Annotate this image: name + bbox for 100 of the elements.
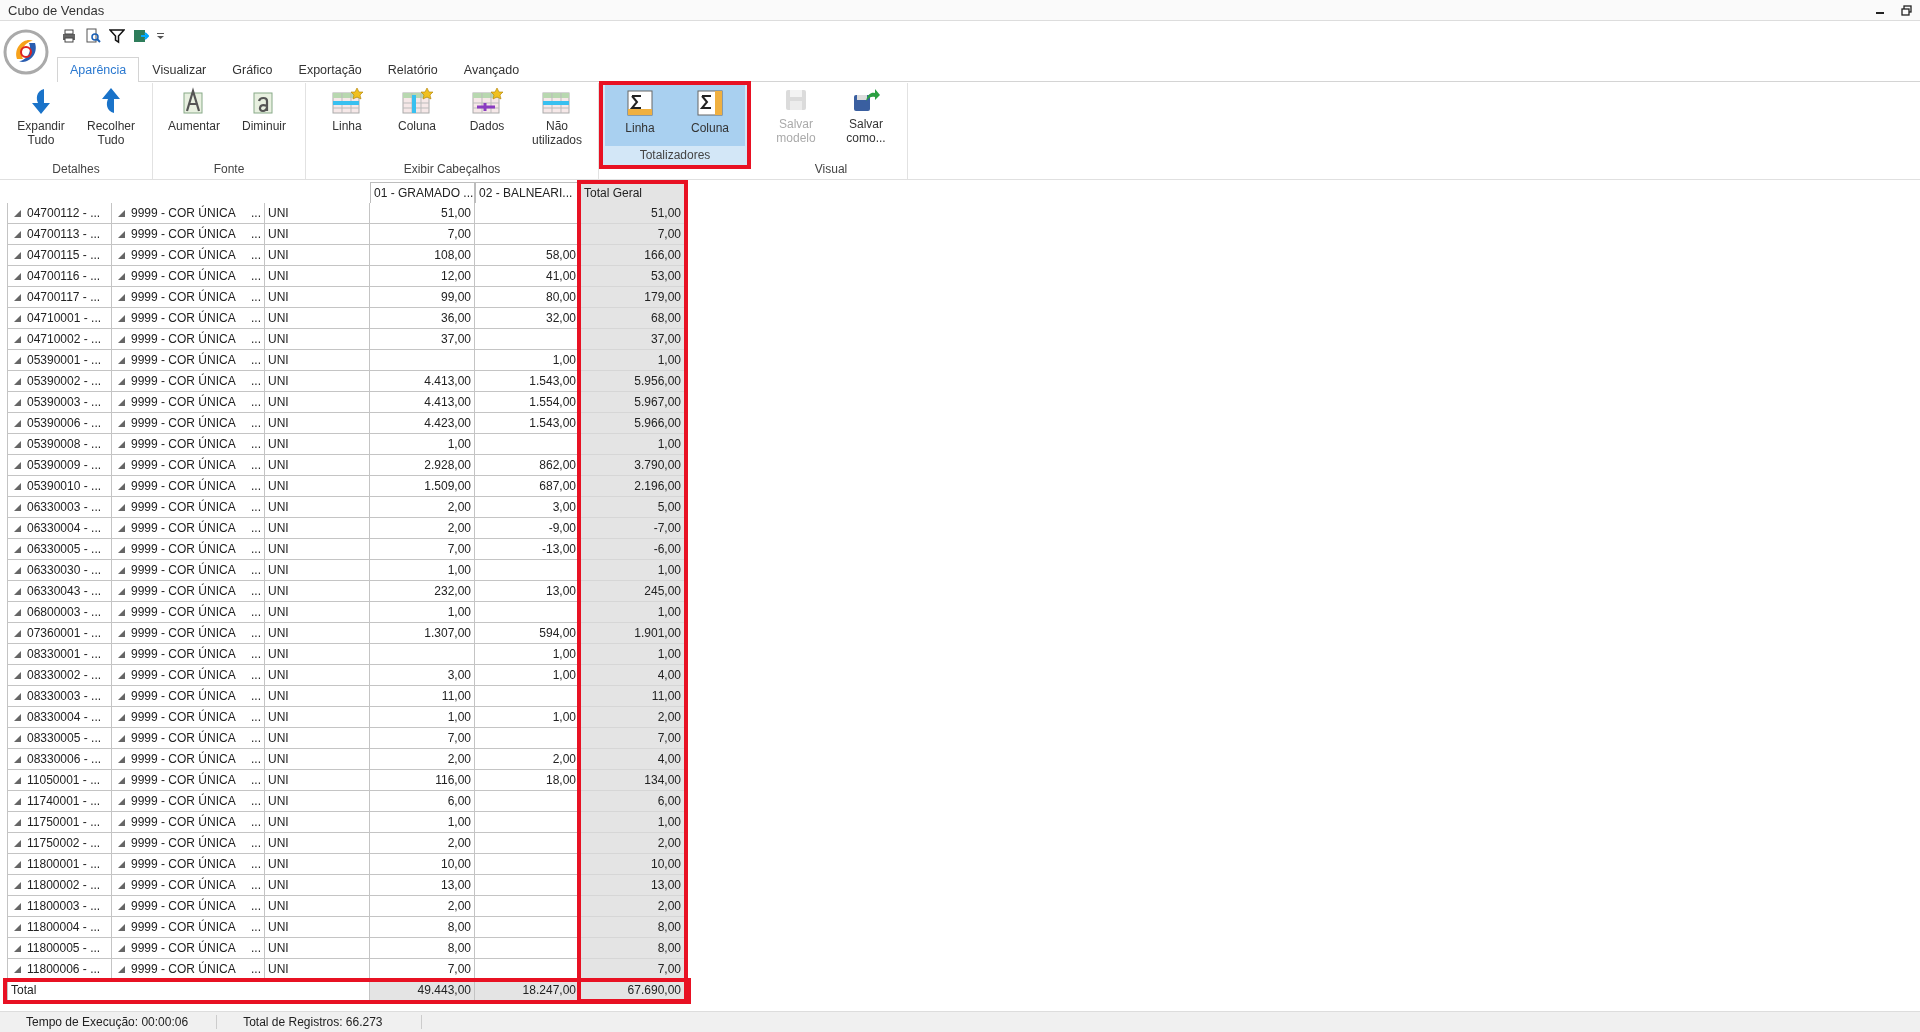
- row-header-cell[interactable]: 04700115 - ...: [7, 245, 112, 266]
- expand-icon[interactable]: [118, 230, 125, 238]
- row-header-cell[interactable]: 11750002 - ...: [7, 833, 112, 854]
- ribbon-button[interactable]: Coluna: [675, 85, 745, 146]
- expand-icon[interactable]: [14, 440, 21, 448]
- ribbon-button[interactable]: Salvar como...: [831, 83, 901, 160]
- expand-icon[interactable]: [14, 923, 21, 931]
- expand-icon[interactable]: [14, 293, 21, 301]
- row-header-cell[interactable]: 05390003 - ...: [7, 392, 112, 413]
- ribbon-button[interactable]: Coluna: [382, 83, 452, 160]
- expand-icon[interactable]: [118, 713, 125, 721]
- row-header-cell[interactable]: 9999 - COR ÚNICA ...: [112, 371, 265, 392]
- row-header-cell[interactable]: 9999 - COR ÚNICA ...: [112, 476, 265, 497]
- row-header-cell[interactable]: 9999 - COR ÚNICA ...: [112, 749, 265, 770]
- row-header-cell[interactable]: 11800005 - ...: [7, 938, 112, 959]
- row-header-cell[interactable]: 04700116 - ...: [7, 266, 112, 287]
- row-header-cell[interactable]: 11750001 - ...: [7, 812, 112, 833]
- row-header-cell[interactable]: 07360001 - ...: [7, 623, 112, 644]
- expand-icon[interactable]: [118, 440, 125, 448]
- ribbon-button[interactable]: Recolher Tudo: [76, 83, 146, 160]
- expand-icon[interactable]: [14, 734, 21, 742]
- expand-icon[interactable]: [14, 545, 21, 553]
- row-header-cell[interactable]: 9999 - COR ÚNICA ...: [112, 791, 265, 812]
- expand-icon[interactable]: [14, 377, 21, 385]
- row-header-cell[interactable]: 9999 - COR ÚNICA ...: [112, 707, 265, 728]
- row-header-cell[interactable]: 9999 - COR ÚNICA ...: [112, 287, 265, 308]
- dropdown-caret-icon[interactable]: [157, 32, 164, 40]
- expand-icon[interactable]: [14, 692, 21, 700]
- filter-icon[interactable]: [109, 28, 125, 44]
- expand-icon[interactable]: [14, 524, 21, 532]
- row-header-cell[interactable]: 05390006 - ...: [7, 413, 112, 434]
- expand-icon[interactable]: [14, 461, 21, 469]
- row-header-cell[interactable]: 9999 - COR ÚNICA ...: [112, 434, 265, 455]
- expand-icon[interactable]: [14, 629, 21, 637]
- row-header-cell[interactable]: 11800001 - ...: [7, 854, 112, 875]
- row-header-cell[interactable]: 9999 - COR ÚNICA ...: [112, 308, 265, 329]
- ribbon-button[interactable]: Linha: [605, 85, 675, 146]
- row-header-cell[interactable]: 05390001 - ...: [7, 350, 112, 371]
- row-header-cell[interactable]: 9999 - COR ÚNICA ...: [112, 455, 265, 476]
- row-header-cell[interactable]: 04700112 - ...: [7, 203, 112, 224]
- row-header-cell[interactable]: 08330004 - ...: [7, 707, 112, 728]
- expand-icon[interactable]: [118, 965, 125, 973]
- expand-icon[interactable]: [14, 587, 21, 595]
- row-header-cell[interactable]: 9999 - COR ÚNICA ...: [112, 665, 265, 686]
- row-header-cell[interactable]: 08330002 - ...: [7, 665, 112, 686]
- expand-icon[interactable]: [14, 650, 21, 658]
- expand-icon[interactable]: [14, 356, 21, 364]
- row-header-cell[interactable]: 9999 - COR ÚNICA ...: [112, 602, 265, 623]
- expand-icon[interactable]: [118, 671, 125, 679]
- expand-icon[interactable]: [118, 356, 125, 364]
- expand-icon[interactable]: [118, 251, 125, 259]
- ribbon-tab[interactable]: Relatório: [374, 57, 451, 82]
- ribbon-tab[interactable]: Exportação: [285, 57, 375, 82]
- expand-icon[interactable]: [118, 587, 125, 595]
- expand-icon[interactable]: [14, 902, 21, 910]
- row-header-cell[interactable]: 05390010 - ...: [7, 476, 112, 497]
- app-logo-icon[interactable]: [3, 29, 49, 75]
- expand-icon[interactable]: [118, 776, 125, 784]
- row-header-cell[interactable]: 9999 - COR ÚNICA ...: [112, 770, 265, 791]
- row-header-cell[interactable]: 9999 - COR ÚNICA ...: [112, 203, 265, 224]
- expand-icon[interactable]: [118, 755, 125, 763]
- row-header-cell[interactable]: 04710001 - ...: [7, 308, 112, 329]
- expand-icon[interactable]: [118, 839, 125, 847]
- expand-icon[interactable]: [14, 314, 21, 322]
- row-header-cell[interactable]: 11800004 - ...: [7, 917, 112, 938]
- row-header-cell[interactable]: 11800002 - ...: [7, 875, 112, 896]
- expand-icon[interactable]: [118, 608, 125, 616]
- row-header-cell[interactable]: 11740001 - ...: [7, 791, 112, 812]
- expand-icon[interactable]: [14, 419, 21, 427]
- row-header-cell[interactable]: 9999 - COR ÚNICA ...: [112, 644, 265, 665]
- column-header[interactable]: 01 - GRAMADO ...: [370, 182, 475, 203]
- row-header-cell[interactable]: 9999 - COR ÚNICA ...: [112, 581, 265, 602]
- row-header-cell[interactable]: 9999 - COR ÚNICA ...: [112, 266, 265, 287]
- ribbon-tab[interactable]: Avançado: [450, 57, 533, 82]
- row-header-cell[interactable]: 9999 - COR ÚNICA ...: [112, 392, 265, 413]
- expand-icon[interactable]: [118, 482, 125, 490]
- row-header-cell[interactable]: 11800003 - ...: [7, 896, 112, 917]
- row-header-cell[interactable]: 9999 - COR ÚNICA ...: [112, 959, 265, 980]
- expand-icon[interactable]: [118, 650, 125, 658]
- row-header-cell[interactable]: 06330005 - ...: [7, 539, 112, 560]
- ribbon-button[interactable]: Não utilizados: [522, 83, 592, 160]
- row-header-cell[interactable]: 9999 - COR ÚNICA ...: [112, 413, 265, 434]
- expand-icon[interactable]: [118, 902, 125, 910]
- expand-icon[interactable]: [118, 944, 125, 952]
- expand-icon[interactable]: [14, 818, 21, 826]
- row-header-cell[interactable]: 08330003 - ...: [7, 686, 112, 707]
- row-header-cell[interactable]: 08330001 - ...: [7, 644, 112, 665]
- expand-icon[interactable]: [14, 944, 21, 952]
- row-header-cell[interactable]: 06330004 - ...: [7, 518, 112, 539]
- expand-icon[interactable]: [118, 398, 125, 406]
- restore-icon[interactable]: [1901, 4, 1912, 16]
- row-header-cell[interactable]: 05390009 - ...: [7, 455, 112, 476]
- expand-icon[interactable]: [118, 293, 125, 301]
- row-header-cell[interactable]: 11050001 - ...: [7, 770, 112, 791]
- ribbon-tab[interactable]: Visualizar: [139, 57, 220, 82]
- row-header-cell[interactable]: 9999 - COR ÚNICA ...: [112, 896, 265, 917]
- expand-icon[interactable]: [14, 209, 21, 217]
- column-header[interactable]: 02 - BALNEARI...: [475, 182, 580, 203]
- expand-icon[interactable]: [14, 251, 21, 259]
- ribbon-button[interactable]: Diminuir: [229, 83, 299, 160]
